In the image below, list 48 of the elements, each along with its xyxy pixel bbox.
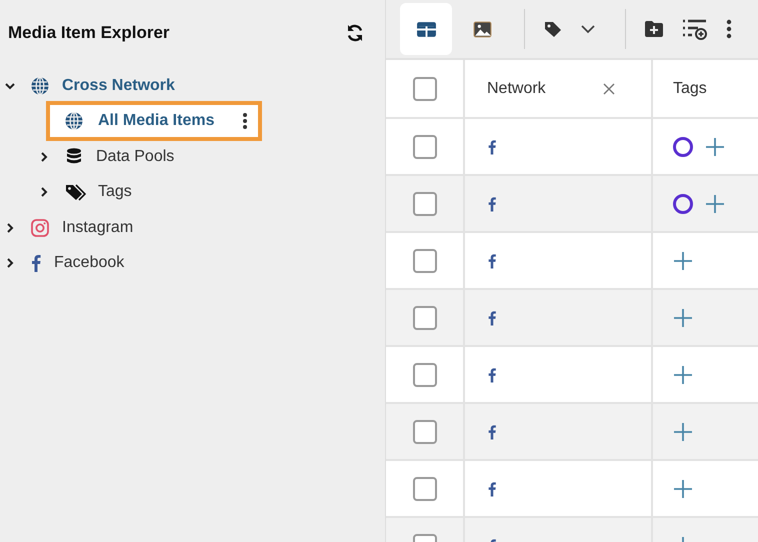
caret-icon[interactable] <box>581 24 595 34</box>
row-checkbox[interactable] <box>412 248 436 272</box>
row-checkbox[interactable] <box>412 420 436 444</box>
row-checkbox[interactable] <box>412 306 436 330</box>
add-icon[interactable] <box>705 194 725 214</box>
instagram-icon <box>30 218 50 238</box>
row-checkbox[interactable] <box>412 476 436 500</box>
folder-plus-icon[interactable] <box>644 20 664 38</box>
tag-dot[interactable] <box>673 194 693 214</box>
select-all-checkbox[interactable] <box>412 76 436 100</box>
tree-item[interactable]: Cross Network <box>20 68 185 104</box>
add-icon[interactable] <box>673 364 693 384</box>
tags-icon <box>64 182 86 202</box>
column-header[interactable]: Tags <box>673 80 707 98</box>
refresh-icon[interactable] <box>345 23 365 43</box>
add-icon[interactable] <box>705 136 725 156</box>
tag-icon[interactable] <box>543 19 563 39</box>
tree-item[interactable]: Tags <box>54 174 142 210</box>
facebook-icon <box>487 138 497 156</box>
tag-dot[interactable] <box>673 136 693 156</box>
more-icon[interactable] <box>242 111 248 132</box>
image-icon <box>472 18 492 40</box>
tree-item[interactable]: Facebook <box>20 245 134 282</box>
globe-icon <box>64 111 84 132</box>
add-icon[interactable] <box>673 308 693 328</box>
add-icon[interactable] <box>673 478 693 498</box>
facebook-icon <box>487 252 497 270</box>
row-checkbox[interactable] <box>412 362 436 386</box>
globe-icon <box>30 76 50 96</box>
list-add-icon[interactable] <box>682 18 708 40</box>
facebook-icon <box>30 253 42 274</box>
facebook-icon <box>487 194 497 212</box>
add-icon[interactable] <box>673 250 693 270</box>
tree-item[interactable]: All Media Items <box>46 101 262 142</box>
more-icon[interactable] <box>726 18 732 40</box>
facebook-icon <box>487 366 497 384</box>
row-checkbox[interactable] <box>412 192 436 216</box>
add-icon[interactable] <box>673 422 693 442</box>
close-icon[interactable] <box>603 82 615 94</box>
facebook-icon <box>487 308 497 326</box>
facebook-icon <box>487 480 497 498</box>
table-view-button[interactable] <box>400 3 452 55</box>
facebook-icon <box>487 422 497 440</box>
tree-item[interactable]: Instagram <box>20 210 144 246</box>
column-header[interactable]: Network <box>487 80 546 98</box>
panel-title: Media Item Explorer <box>8 23 170 43</box>
tree-item[interactable]: Data Pools <box>54 138 184 175</box>
row-checkbox[interactable] <box>412 134 436 158</box>
